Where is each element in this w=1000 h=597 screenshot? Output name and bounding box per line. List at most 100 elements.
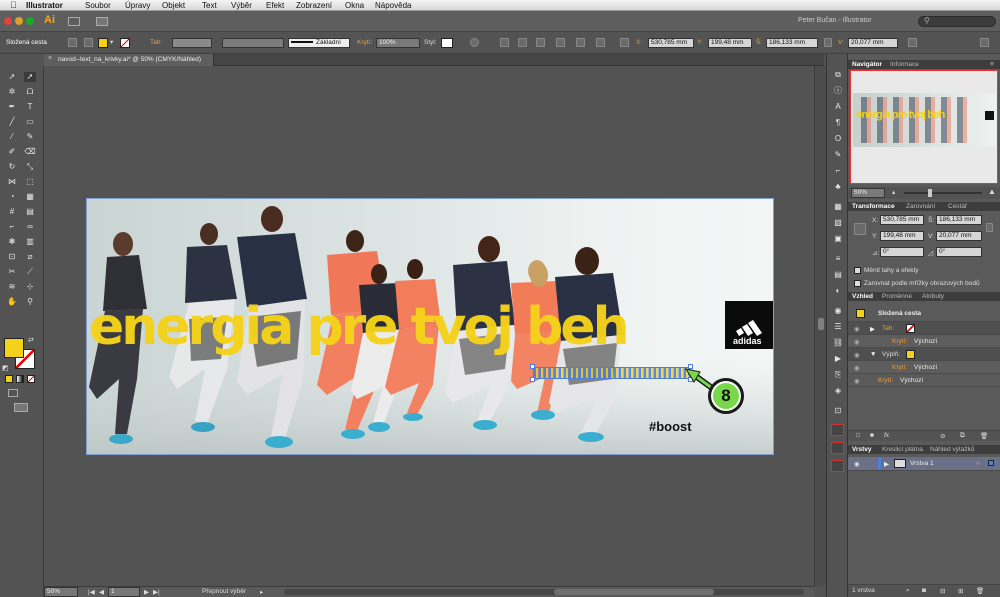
appearance-fill-opacity-row[interactable]: ◉ Krytí: Výchozí (848, 361, 1000, 374)
layer-selected-indicator[interactable] (988, 460, 994, 466)
links-icon[interactable]: ⛓ (832, 338, 844, 348)
variable-width-profile[interactable] (222, 38, 284, 48)
status-text[interactable]: Přepnout výběr (202, 588, 246, 595)
close-tab-icon[interactable]: × (48, 55, 52, 62)
selection-handle[interactable] (530, 364, 535, 369)
actions-icon[interactable]: ▶ (832, 354, 844, 364)
align-left-icon[interactable] (500, 38, 509, 47)
isolate-group-icon[interactable] (68, 38, 77, 47)
zoom-slider-thumb[interactable] (928, 189, 932, 197)
stroke-icon[interactable]: ≡ (832, 254, 844, 264)
close-window-button[interactable] (4, 17, 12, 25)
shape-builder-tool-icon[interactable]: ◔ (6, 192, 18, 202)
visibility-eye-icon[interactable]: ◉ (854, 377, 860, 385)
add-effect-button[interactable]: fx (884, 432, 889, 439)
zoom-window-button[interactable] (26, 17, 34, 25)
zoom-level-select[interactable]: 50% (44, 587, 78, 597)
minimize-window-button[interactable] (15, 17, 23, 25)
align-bottom-icon[interactable] (596, 38, 605, 47)
selection-handle[interactable] (530, 377, 535, 382)
hand-tool-icon[interactable]: ✋ (6, 297, 18, 307)
paintbrush-tool-icon[interactable]: ⁄ (6, 132, 18, 142)
select-similar-icon[interactable] (84, 38, 93, 47)
appearance-icon[interactable]: ◉ (832, 306, 844, 316)
gradient-panel-icon[interactable]: ▤ (832, 270, 844, 280)
transparency-icon[interactable]: ◐ (832, 286, 844, 296)
brushes-icon[interactable]: ⌐ (832, 166, 844, 176)
stroke-weight-input[interactable] (172, 38, 212, 48)
blend-tool-icon[interactable]: ∞ (24, 222, 36, 232)
chevron-down-icon[interactable]: ▾ (110, 38, 113, 46)
magic-wand-tool-icon[interactable]: ✲ (6, 87, 18, 97)
symbols-icon[interactable]: ♣ (832, 182, 844, 192)
glyphs-icon[interactable]: ✎ (832, 150, 844, 160)
apple-icon[interactable]:  (10, 0, 17, 10)
last-artboard-icon[interactable]: ▶| (153, 588, 160, 596)
document-info-icon[interactable]: ⎘ (832, 370, 844, 380)
document-tab[interactable]: × navod--text_na_krivky.ai* @ 50% (CMYK/… (44, 54, 214, 66)
vertical-scroll-thumb[interactable] (818, 318, 824, 330)
navigator-zoom-slider[interactable] (904, 189, 982, 197)
color-mode-button[interactable] (5, 375, 13, 383)
locate-object-icon[interactable]: ⌕ (906, 587, 910, 595)
fill-color-swatch[interactable] (4, 338, 24, 358)
warp-tool-icon[interactable]: ≋ (6, 282, 18, 292)
visibility-eye-icon[interactable]: ◉ (854, 325, 860, 333)
constrain-proportions-icon[interactable] (824, 38, 832, 47)
tab-variables[interactable]: Proměnné (882, 293, 912, 300)
lasso-tool-icon[interactable]: ᗝ (24, 87, 36, 97)
tab-artboards[interactable]: Kreslicí plátna (882, 446, 923, 453)
transform-h-input[interactable]: 20,077 mm (936, 231, 982, 241)
fill-row-swatch[interactable] (906, 350, 915, 359)
first-artboard-icon[interactable]: |◀ (88, 588, 95, 596)
prev-artboard-icon[interactable]: ◀ (99, 588, 104, 596)
css-properties-icon[interactable] (831, 424, 844, 436)
screen-mode-icon[interactable] (14, 403, 28, 412)
status-menu-icon[interactable]: ▸ (260, 588, 263, 596)
rotate-angle-select[interactable]: 0° (880, 247, 924, 257)
drawing-mode-icon[interactable] (8, 389, 18, 397)
tab-navigator[interactable]: Navigátor (852, 61, 882, 68)
rotate-tool-icon[interactable]: ↻ (6, 162, 18, 172)
navigator-icon[interactable]: ⧉ (832, 70, 844, 80)
layer-row[interactable]: ◉ ▶ Vrstva 1 ○ (848, 457, 1000, 471)
artboards-icon[interactable]: ⊡ (832, 406, 844, 416)
vertical-scrollbar[interactable] (814, 66, 826, 586)
appearance-fill-row[interactable]: ◉ ▼ Výplň: (848, 348, 1000, 361)
new-layer-icon[interactable]: ⊞ (958, 587, 963, 595)
mesh-tool-icon[interactable]: # (6, 207, 18, 217)
rectangle-tool-icon[interactable]: ▭ (24, 117, 36, 127)
y-position-input[interactable]: 199,48 mm (708, 38, 752, 48)
menu-text[interactable]: Text (202, 1, 217, 10)
symbol-sprayer-tool-icon[interactable]: ❃ (6, 237, 18, 247)
reference-point-icon[interactable] (620, 38, 629, 47)
tab-transform[interactable]: Transformace (852, 203, 895, 210)
horizontal-scroll-thumb[interactable] (554, 589, 714, 595)
layer-disclosure-icon[interactable]: ▶ (884, 460, 889, 468)
save-for-web-icon[interactable] (831, 460, 844, 472)
navigator-preview[interactable]: energia pre tvoj beh (850, 70, 998, 184)
line-tool-icon[interactable]: ╱ (6, 117, 18, 127)
blob-brush-tool-icon[interactable]: ✐ (6, 147, 18, 157)
align-right-icon[interactable] (536, 38, 545, 47)
puppet-tool-icon[interactable]: ⊹ (24, 282, 36, 292)
opacity-input[interactable]: 100% (376, 38, 420, 48)
stroke-swatch[interactable] (120, 38, 130, 48)
align-center-icon[interactable] (518, 38, 527, 47)
visibility-eye-icon[interactable]: ◉ (854, 364, 860, 372)
graphic-styles-icon[interactable]: ▣ (832, 234, 844, 244)
free-transform-tool-icon[interactable]: ⬚ (24, 177, 36, 187)
transform-x-input[interactable]: 530,785 mm (880, 215, 924, 225)
panel-menu-icon[interactable]: ≡ (990, 61, 994, 68)
layer-target-icon[interactable]: ○ (976, 460, 980, 467)
pathfinder-icon[interactable]: ◈ (832, 386, 844, 396)
navigator-zoom-input[interactable]: 50% (851, 188, 885, 198)
menu-select[interactable]: Výběr (231, 1, 252, 10)
fill-swatch[interactable] (98, 38, 108, 48)
selected-compound-path[interactable] (533, 367, 691, 379)
navigator-view-box[interactable] (850, 70, 998, 184)
transform-y-input[interactable]: 199,48 mm (880, 231, 924, 241)
shear-angle-select[interactable]: 0° (936, 247, 982, 257)
appearance-stroke-row[interactable]: ◉ ▶ Tah: (848, 322, 1000, 335)
object-opacity-label[interactable]: Krytí: (878, 377, 893, 384)
